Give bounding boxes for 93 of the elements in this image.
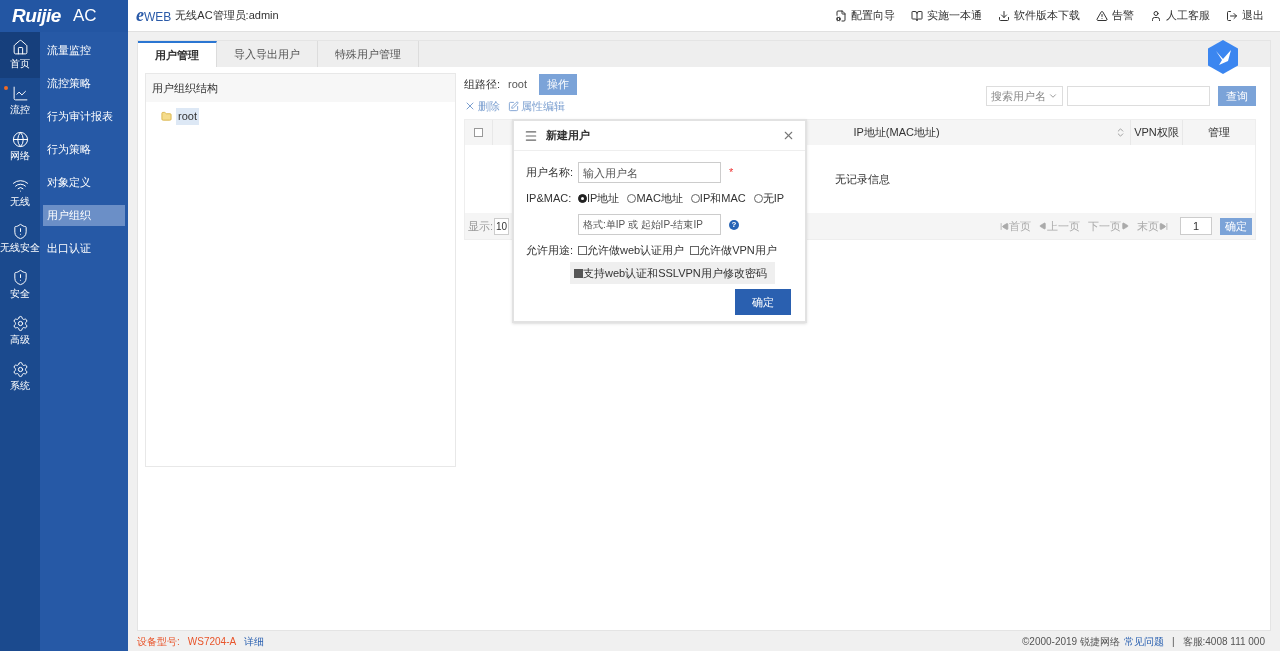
home-icon [11, 39, 29, 56]
tab[interactable]: 导入导出用户 [217, 41, 318, 67]
radio-label[interactable]: MAC地址 [636, 189, 683, 207]
ok-button[interactable]: 确定 [735, 289, 791, 315]
radio-button[interactable] [578, 193, 587, 203]
radio-button[interactable] [753, 193, 763, 203]
gear-icon [11, 315, 29, 332]
rail-item[interactable]: 高级 [0, 308, 40, 354]
field-label: 用户名称: [526, 165, 575, 181]
file-gear-icon [835, 9, 847, 22]
download-icon [998, 9, 1010, 22]
radio-label[interactable]: IP和MAC [699, 189, 746, 207]
gear-icon [11, 361, 29, 378]
tree-node[interactable]: root [176, 108, 199, 125]
dialog-title: 新建用户 [546, 128, 590, 144]
tree-title: 用户组织结构 [146, 74, 455, 102]
page-size-select[interactable]: 10 [494, 217, 510, 235]
line-chart-icon [11, 85, 29, 102]
radio-button[interactable] [690, 193, 700, 203]
username-field[interactable]: 输入用户名 [578, 162, 721, 183]
header-link[interactable]: 实施一本通 [911, 7, 982, 24]
left-triangle-icon [1039, 222, 1047, 230]
group-path-value: root [508, 76, 528, 92]
column-header: 管理 [1207, 125, 1231, 141]
checkbox-label[interactable]: 允许做VPN用户 [699, 241, 777, 259]
search-field[interactable] [1067, 86, 1210, 106]
detail-link[interactable]: 详细 [244, 633, 265, 649]
ip-field[interactable]: 格式:单IP 或 起始IP-结束IP [578, 214, 721, 235]
rail-item[interactable]: 系统 [0, 354, 40, 400]
wifi-icon [11, 177, 29, 194]
user-icon [1150, 9, 1162, 22]
header-link[interactable]: 配置向导 [835, 7, 895, 24]
submenu-item[interactable]: 对象定义 [43, 172, 125, 193]
submenu-item[interactable]: 行为审计报表 [43, 106, 125, 127]
last-page-icon [1159, 221, 1168, 231]
right-triangle-icon [1121, 222, 1129, 230]
page-number-field[interactable]: 1 [1180, 217, 1212, 235]
checkbox[interactable] [578, 245, 587, 255]
logout-icon [1226, 9, 1238, 22]
empty-message: 无记录信息 [835, 171, 890, 187]
chevron-down-icon [1048, 91, 1058, 101]
group-path-label: 组路径: [464, 76, 501, 92]
rail-item[interactable]: 首页 [0, 32, 40, 78]
support-text: 客服:4008 111 000 [1182, 634, 1265, 649]
folder-icon [161, 110, 172, 122]
checkbox-label[interactable]: 允许做web认证用户 [587, 241, 685, 259]
shield-icon [11, 269, 29, 286]
search-type-select[interactable]: 搜索用户名 [986, 86, 1063, 106]
submenu-item[interactable]: 出口认证 [43, 238, 125, 259]
first-page-icon [1000, 221, 1009, 231]
select-all-checkbox[interactable] [474, 128, 483, 137]
submenu-item[interactable]: 行为策略 [43, 139, 125, 160]
rail-item[interactable]: 无线安全 [0, 216, 40, 262]
close-icon [464, 100, 476, 112]
close-button[interactable] [782, 129, 795, 142]
sort-icon [1115, 127, 1126, 138]
submenu-item[interactable]: 流控策略 [43, 73, 125, 94]
checkbox[interactable] [690, 245, 700, 255]
checkbox[interactable] [574, 268, 583, 278]
shield-icon [11, 223, 29, 240]
help-icon[interactable]: ? [729, 219, 739, 230]
header-link[interactable]: 退出 [1226, 7, 1264, 24]
edit-icon [508, 100, 519, 112]
radio-button[interactable] [627, 193, 637, 203]
rail-item[interactable]: 网络 [0, 124, 40, 170]
menu-icon [524, 128, 538, 143]
faq-link[interactable]: 常见问题 [1123, 633, 1164, 649]
tab[interactable]: 特殊用户管理 [318, 41, 419, 67]
submenu-item[interactable]: 流量监控 [43, 40, 125, 61]
globe-icon [11, 131, 29, 148]
admin-label: 无线AC管理员:admin [175, 8, 279, 24]
tab[interactable]: 用户管理 [138, 41, 217, 67]
field-label: 允许用途: [526, 242, 575, 258]
model-label: 设备型号: [137, 634, 180, 649]
column-header: VPN权限 [1131, 120, 1183, 145]
close-icon [782, 129, 795, 142]
warning-icon [1096, 9, 1108, 22]
brand-logo: Ruijie AC [0, 0, 128, 32]
rail-item[interactable]: 无线 [0, 170, 40, 216]
footer-separator: | [1171, 634, 1175, 649]
header-link[interactable]: 人工客服 [1150, 7, 1210, 24]
header-link[interactable]: 软件版本下载 [998, 7, 1080, 24]
show-label: 显示: [468, 218, 494, 234]
book-icon [911, 9, 923, 22]
radio-label[interactable]: 无IP [762, 189, 785, 207]
radio-label[interactable]: IP地址 [587, 189, 620, 207]
required-mark: * [729, 165, 734, 181]
header-link[interactable]: 告警 [1096, 7, 1134, 24]
model-value: WS7204-A [187, 634, 237, 649]
field-label: IP&MAC: [526, 190, 573, 206]
copyright-text: ©2000-2019 锐捷网络 [1021, 634, 1120, 649]
eweb-logo: eWEB [136, 4, 172, 27]
rail-item[interactable]: 安全 [0, 262, 40, 308]
